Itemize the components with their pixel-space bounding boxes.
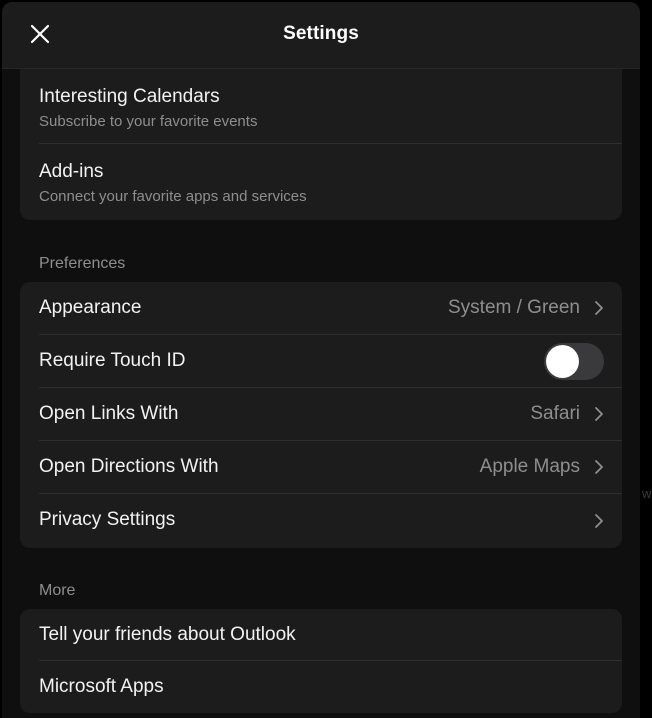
microsoft-apps-row[interactable]: Microsoft Apps — [20, 661, 622, 713]
privacy-settings-label: Privacy Settings — [39, 509, 176, 530]
list-item-subtitle: Subscribe to your favorite events — [39, 113, 258, 130]
list-item-add-ins[interactable]: Add-ins Connect your favorite apps and s… — [20, 144, 622, 220]
background-bleed-text: w — [642, 486, 652, 501]
open-links-with-value: Safari — [530, 403, 580, 424]
chevron-right-icon — [595, 514, 603, 528]
list-item-title: Add-ins — [39, 161, 104, 182]
tell-friends-label: Tell your friends about Outlook — [39, 624, 296, 645]
section-label-more: More — [39, 582, 76, 599]
settings-sheet: Settings Interesting Calendars Subscribe… — [2, 2, 640, 718]
open-directions-with-label: Open Directions With — [39, 456, 219, 477]
page-title: Settings — [283, 23, 359, 44]
page: w Settings Interesting Calendars Subscri… — [0, 0, 652, 718]
toggle-knob — [546, 345, 579, 378]
require-touch-id-label: Require Touch ID — [39, 350, 186, 371]
tell-friends-row[interactable]: Tell your friends about Outlook — [20, 609, 622, 661]
settings-header: Settings — [2, 2, 640, 69]
preferences-group: Appearance System / Green Require Touch … — [20, 282, 622, 548]
privacy-settings-row[interactable]: Privacy Settings — [20, 494, 622, 548]
open-links-with-label: Open Links With — [39, 403, 179, 424]
open-directions-with-row[interactable]: Open Directions With Apple Maps — [20, 441, 622, 494]
open-directions-with-value: Apple Maps — [479, 456, 580, 477]
list-item-title: Interesting Calendars — [39, 86, 220, 107]
require-touch-id-toggle[interactable] — [544, 343, 604, 380]
section-label-preferences: Preferences — [39, 255, 126, 272]
microsoft-apps-label: Microsoft Apps — [39, 676, 164, 697]
list-item-subtitle: Connect your favorite apps and services — [39, 188, 307, 205]
open-links-with-row[interactable]: Open Links With Safari — [20, 388, 622, 441]
appearance-label: Appearance — [39, 297, 142, 318]
appearance-row[interactable]: Appearance System / Green — [20, 282, 622, 335]
chevron-right-icon — [595, 301, 603, 315]
appearance-value: System / Green — [448, 297, 580, 318]
more-group: Tell your friends about Outlook Microsof… — [20, 609, 622, 713]
require-touch-id-row: Require Touch ID — [20, 335, 622, 388]
chevron-right-icon — [595, 460, 603, 474]
chevron-right-icon — [595, 407, 603, 421]
